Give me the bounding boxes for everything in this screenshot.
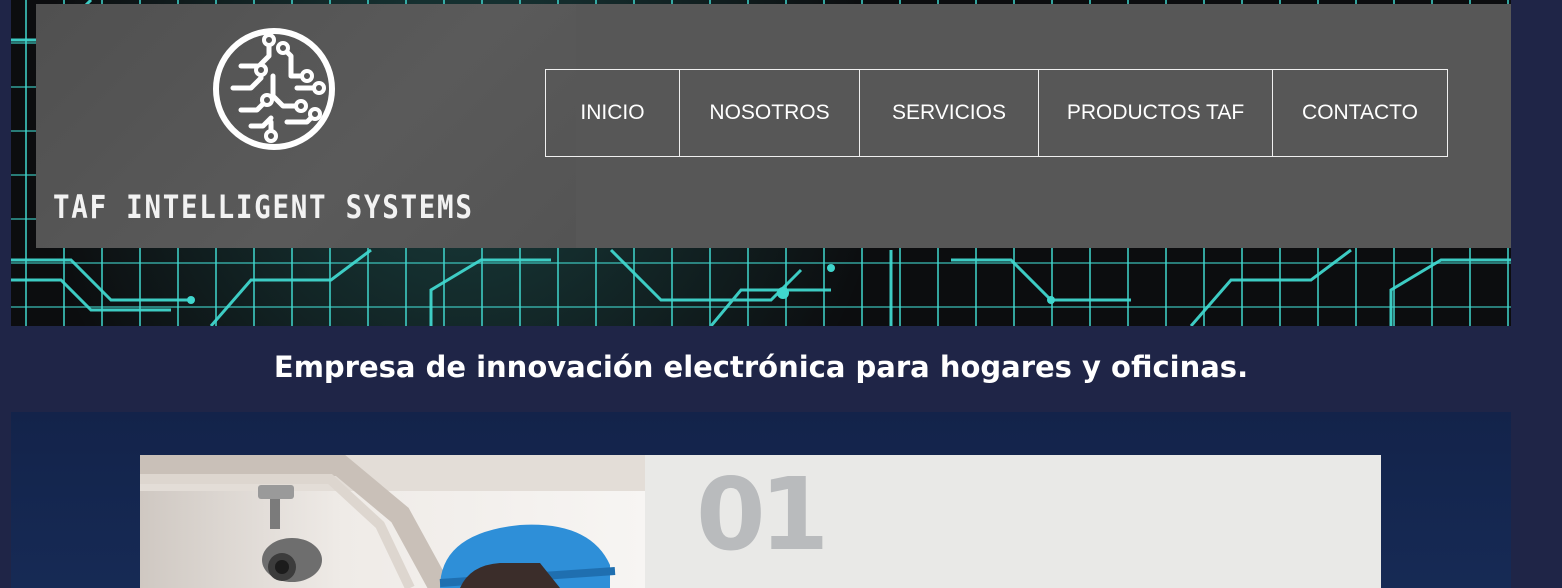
main-nav: INICIO NOSOTROS SERVICIOS PRODUCTOS TAF … [545, 69, 1448, 157]
page: TAF INTELLIGENT SYSTEMS INICIO NOSOTROS … [0, 0, 1562, 588]
nav-item-inicio[interactable]: INICIO [545, 69, 680, 157]
nav-item-contacto[interactable]: CONTACTO [1272, 69, 1448, 157]
feature-card: 01 [140, 455, 1381, 588]
brand-name: TAF INTELLIGENT SYSTEMS [53, 188, 474, 226]
nav-item-servicios[interactable]: SERVICIOS [859, 69, 1039, 157]
site-header: TAF INTELLIGENT SYSTEMS INICIO NOSOTROS … [36, 4, 1511, 248]
feature-number: 01 [696, 456, 829, 573]
security-camera-icon [258, 485, 322, 582]
circuit-globe-icon[interactable] [211, 26, 337, 152]
nav-item-nosotros[interactable]: NOSOTROS [679, 69, 860, 157]
tagline: Empresa de innovación electrónica para h… [273, 350, 1249, 384]
technician-photo [140, 455, 645, 588]
helmet-icon [439, 524, 616, 588]
nav-item-productos-taf[interactable]: PRODUCTOS TAF [1038, 69, 1273, 157]
